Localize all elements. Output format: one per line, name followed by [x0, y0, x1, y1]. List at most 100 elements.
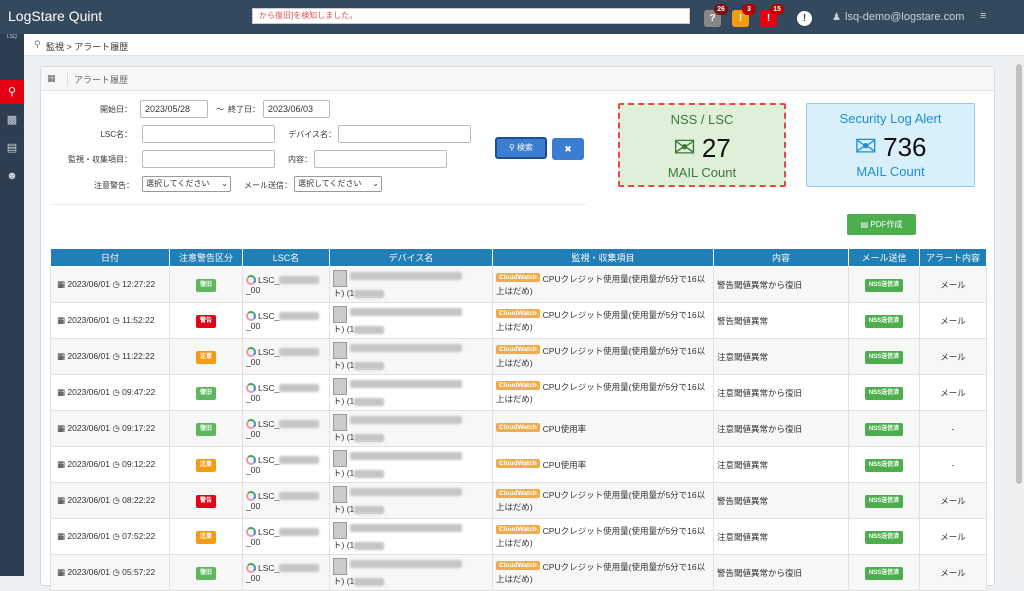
table-row[interactable]: ▦ 2023/06/01 ◷ 09:12:22 注意 LSC_ _00 ト) (1 Clo…: [50, 446, 987, 483]
lsc-name-cell: LSC_ _00: [242, 554, 330, 591]
clear-button[interactable]: ✖: [552, 138, 584, 160]
column-header[interactable]: 内容: [713, 248, 849, 267]
cloudwatch-badge: CloudWatch: [496, 272, 540, 282]
warning-class-cell: 注意: [169, 518, 243, 555]
question-icon[interactable]: ? 26: [704, 4, 728, 27]
redacted-text: [350, 307, 462, 316]
device-name-suffix: ト) (1: [333, 360, 355, 370]
sidebar-item-reports[interactable]: ▤: [0, 136, 24, 160]
user-icon: ♟: [832, 12, 841, 23]
user-menu-label[interactable]: lsq-demo@logstare.com: [845, 11, 964, 23]
info-icon[interactable]: !: [797, 11, 812, 26]
time-value: 09:12:22: [122, 459, 156, 469]
lsc-name-cell: LSC_ _00: [242, 518, 330, 555]
warning-class-cell: 注意: [169, 446, 243, 483]
alert-content-cell[interactable]: メール: [919, 266, 987, 303]
end-date-input[interactable]: 2023/06/03: [263, 100, 330, 118]
alert-content-cell[interactable]: -: [919, 446, 987, 483]
lsc-name-prefix: LSC_: [258, 490, 280, 501]
column-header[interactable]: メール送信: [848, 248, 920, 267]
pdf-icon: ▤: [860, 220, 869, 229]
sidebar-item-dashboard[interactable]: ▩: [0, 108, 24, 132]
alert-content-cell[interactable]: メール: [919, 482, 987, 519]
clock-icon: ◷: [112, 495, 120, 505]
table-row[interactable]: ▦ 2023/06/01 ◷ 09:47:22 復旧 LSC_ _00 ト) (1 Clo…: [50, 374, 987, 411]
table-row[interactable]: ▦ 2023/06/01 ◷ 05:57:22 復旧 LSC_ _00 ト) (1 Clo…: [50, 554, 987, 591]
warning-level-value: 選択してください: [146, 179, 210, 188]
redacted-text: [279, 384, 320, 393]
date-range-tilde: ～: [216, 105, 224, 114]
column-header[interactable]: アラート内容: [919, 248, 987, 267]
table-row[interactable]: ▦ 2023/06/01 ◷ 12:27:22 復旧 LSC_ _00 ト) (1 Clo…: [50, 266, 987, 303]
panel-header: ▦ アラート履歴: [41, 67, 994, 91]
lsc-name-suffix: _00: [246, 356, 261, 367]
calendar-icon: ▦: [57, 351, 66, 361]
device-name-input[interactable]: [338, 125, 471, 143]
search-icon: ⚲: [508, 143, 515, 152]
warning-icon[interactable]: ! 3: [732, 4, 756, 27]
lsc-name-input[interactable]: [142, 125, 275, 143]
lsc-name-suffix: _00: [246, 392, 261, 403]
table-row[interactable]: ▦ 2023/06/01 ◷ 11:22:22 注意 LSC_ _00 ト) (1 Clo…: [50, 338, 987, 375]
mail-send-cell: NSS送信済: [848, 446, 920, 483]
lsc-name-prefix: LSC_: [258, 562, 280, 573]
mail-send-select[interactable]: 選択してください ⌄: [294, 176, 382, 192]
nss-mail-count: 27: [701, 132, 731, 163]
calendar-icon: ▦: [57, 459, 66, 469]
column-header[interactable]: デバイス名: [329, 248, 493, 267]
content-cell: 警告閾値異常から復旧: [713, 554, 849, 591]
alert-content-cell[interactable]: メール: [919, 554, 987, 591]
monitor-item-input[interactable]: [142, 150, 275, 168]
table-header-row: 日付 注意警告区分 LSC名 デバイス名 監視・収集項目 内容 メール送信 アラート内容: [50, 248, 987, 267]
content-input[interactable]: [314, 150, 447, 168]
lsc-icon: [246, 346, 256, 357]
table-icon: ▦: [47, 73, 56, 83]
sidebar-item-search[interactable]: ⚲: [0, 80, 24, 104]
error-icon[interactable]: ! 15: [760, 4, 784, 27]
search-button[interactable]: ⚲ 検索: [495, 137, 547, 159]
lsc-name-suffix: _00: [246, 536, 261, 547]
warning-class-cell: 注意: [169, 338, 243, 375]
content-cell: 注意閾値異常から復旧: [713, 374, 849, 411]
redacted-text: [354, 469, 385, 478]
table-row[interactable]: ▦ 2023/06/01 ◷ 07:52:22 注意 LSC_ _00 ト) (1 Clo…: [50, 518, 987, 555]
book-icon: ▤: [6, 142, 18, 154]
date-value: 2023/06/01: [67, 387, 110, 397]
mail-send-value: 選択してください: [298, 179, 362, 188]
scrollbar-thumb[interactable]: [1016, 64, 1022, 484]
redacted-text: [279, 456, 320, 465]
server-icon: [333, 522, 347, 539]
column-header[interactable]: 注意警告区分: [169, 248, 243, 267]
page-scrollbar[interactable]: [1014, 56, 1024, 576]
menu-icon[interactable]: ≡: [980, 10, 986, 22]
alert-content-cell[interactable]: メール: [919, 518, 987, 555]
date-cell: ▦ 2023/06/01 ◷ 09:17:22: [50, 410, 170, 447]
table-row[interactable]: ▦ 2023/06/01 ◷ 11:52:22 警告 LSC_ _00 ト) (1 Clo…: [50, 302, 987, 339]
table-row[interactable]: ▦ 2023/06/01 ◷ 08:22:22 警告 LSC_ _00 ト) (1 Clo…: [50, 482, 987, 519]
lsc-name-prefix: LSC_: [258, 274, 280, 285]
cloudwatch-badge: CloudWatch: [496, 488, 540, 498]
column-header[interactable]: 監視・収集項目: [492, 248, 714, 267]
sidebar-item-users[interactable]: ☻: [0, 164, 24, 188]
alert-content-cell[interactable]: メール: [919, 302, 987, 339]
warning-class-badge: 復旧: [195, 566, 216, 580]
nss-sent-badge: NSS送信済: [864, 530, 904, 544]
clock-icon: ◷: [112, 279, 120, 289]
cloudwatch-badge: CloudWatch: [496, 524, 540, 534]
calendar-icon: ▦: [57, 423, 66, 433]
column-header[interactable]: LSC名: [242, 248, 330, 267]
warning-level-select[interactable]: 選択してください ⌄: [142, 176, 231, 192]
lsc-name-prefix: LSC_: [258, 418, 280, 429]
table-row[interactable]: ▦ 2023/06/01 ◷ 09:17:22 復旧 LSC_ _00 ト) (1 Clo…: [50, 410, 987, 447]
alert-content-cell[interactable]: メール: [919, 338, 987, 375]
alert-content-cell[interactable]: -: [919, 410, 987, 447]
app-title[interactable]: LogStare Quint: [8, 8, 102, 24]
start-date-input[interactable]: 2023/05/28: [140, 100, 208, 118]
users-icon: ☻: [6, 170, 18, 182]
column-header[interactable]: 日付: [50, 248, 170, 267]
device-name-cell: ト) (1: [329, 554, 493, 591]
pdf-create-button[interactable]: ▤ PDF作成: [847, 214, 916, 235]
warning-class-cell: 警告: [169, 302, 243, 339]
date-value: 2023/06/01: [67, 423, 110, 433]
alert-content-cell[interactable]: メール: [919, 374, 987, 411]
